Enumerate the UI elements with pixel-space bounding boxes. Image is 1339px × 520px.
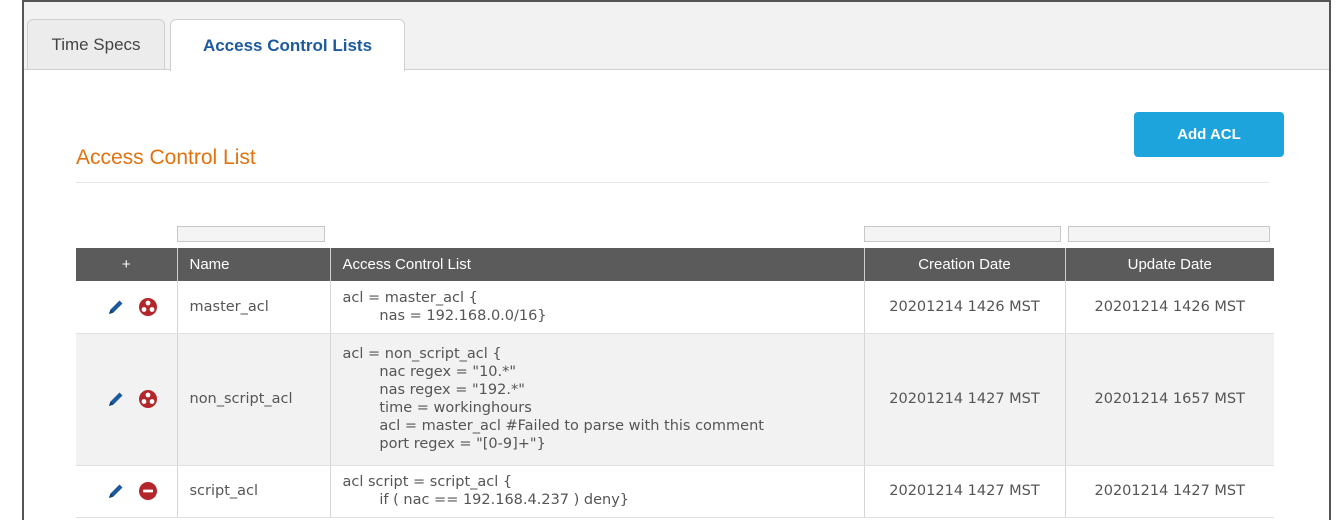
acl-definition: acl = master_acl { nas = 192.168.0.0/16}	[330, 281, 865, 334]
add-acl-button[interactable]: Add ACL	[1134, 112, 1284, 157]
row-actions	[76, 333, 178, 466]
acl-table: + Name Access Control List Creation Date…	[76, 248, 1274, 518]
creation-date: 20201214 1427 MST	[864, 465, 1066, 518]
acl-name: master_acl	[177, 281, 331, 334]
update-date: 20201214 1657 MST	[1065, 333, 1274, 466]
table-row: master_acl acl = master_acl { nas = 192.…	[76, 281, 1274, 334]
column-header-name[interactable]: Name	[177, 248, 331, 281]
column-header-update-date[interactable]: Update Date	[1065, 248, 1274, 281]
delete-icon[interactable]	[138, 481, 158, 501]
acl-panel: Time Specs Access Control Lists Access C…	[22, 0, 1331, 520]
acl-name: non_script_acl	[177, 333, 331, 466]
table-header: + Name Access Control List Creation Date…	[76, 248, 1274, 281]
pencil-icon[interactable]	[106, 481, 126, 501]
column-header-acl[interactable]: Access Control List	[330, 248, 865, 281]
tab-content: Access Control List Add ACL + Name Acces…	[24, 71, 1329, 520]
add-row-header[interactable]: +	[76, 248, 178, 281]
update-date-filter-input[interactable]	[1068, 226, 1270, 242]
page-title: Access Control List	[76, 146, 256, 169]
update-date: 20201214 1426 MST	[1065, 281, 1274, 334]
creation-date: 20201214 1427 MST	[864, 333, 1066, 466]
row-actions	[76, 281, 178, 334]
acl-name: script_acl	[177, 465, 331, 518]
pencil-icon[interactable]	[106, 297, 126, 317]
acl-definition: acl script = script_acl { if ( nac == 19…	[330, 465, 865, 518]
divider	[76, 182, 1269, 183]
error-icon[interactable]	[138, 297, 158, 317]
tab-time-specs[interactable]: Time Specs	[27, 19, 165, 69]
creation-date-filter-input[interactable]	[864, 226, 1061, 242]
tab-bar: Time Specs Access Control Lists	[24, 2, 1329, 71]
error-icon[interactable]	[138, 389, 158, 409]
update-date: 20201214 1427 MST	[1065, 465, 1274, 518]
acl-definition: acl = non_script_acl { nac regex = "10.*…	[330, 333, 865, 466]
name-filter-input[interactable]	[177, 226, 325, 242]
table-row: non_script_acl acl = non_script_acl { na…	[76, 333, 1274, 466]
column-header-creation-date[interactable]: Creation Date	[864, 248, 1066, 281]
tab-access-control-lists[interactable]: Access Control Lists	[170, 19, 405, 71]
pencil-icon[interactable]	[106, 389, 126, 409]
row-actions	[76, 465, 178, 518]
table-row: script_acl acl script = script_acl { if …	[76, 465, 1274, 518]
creation-date: 20201214 1426 MST	[864, 281, 1066, 334]
